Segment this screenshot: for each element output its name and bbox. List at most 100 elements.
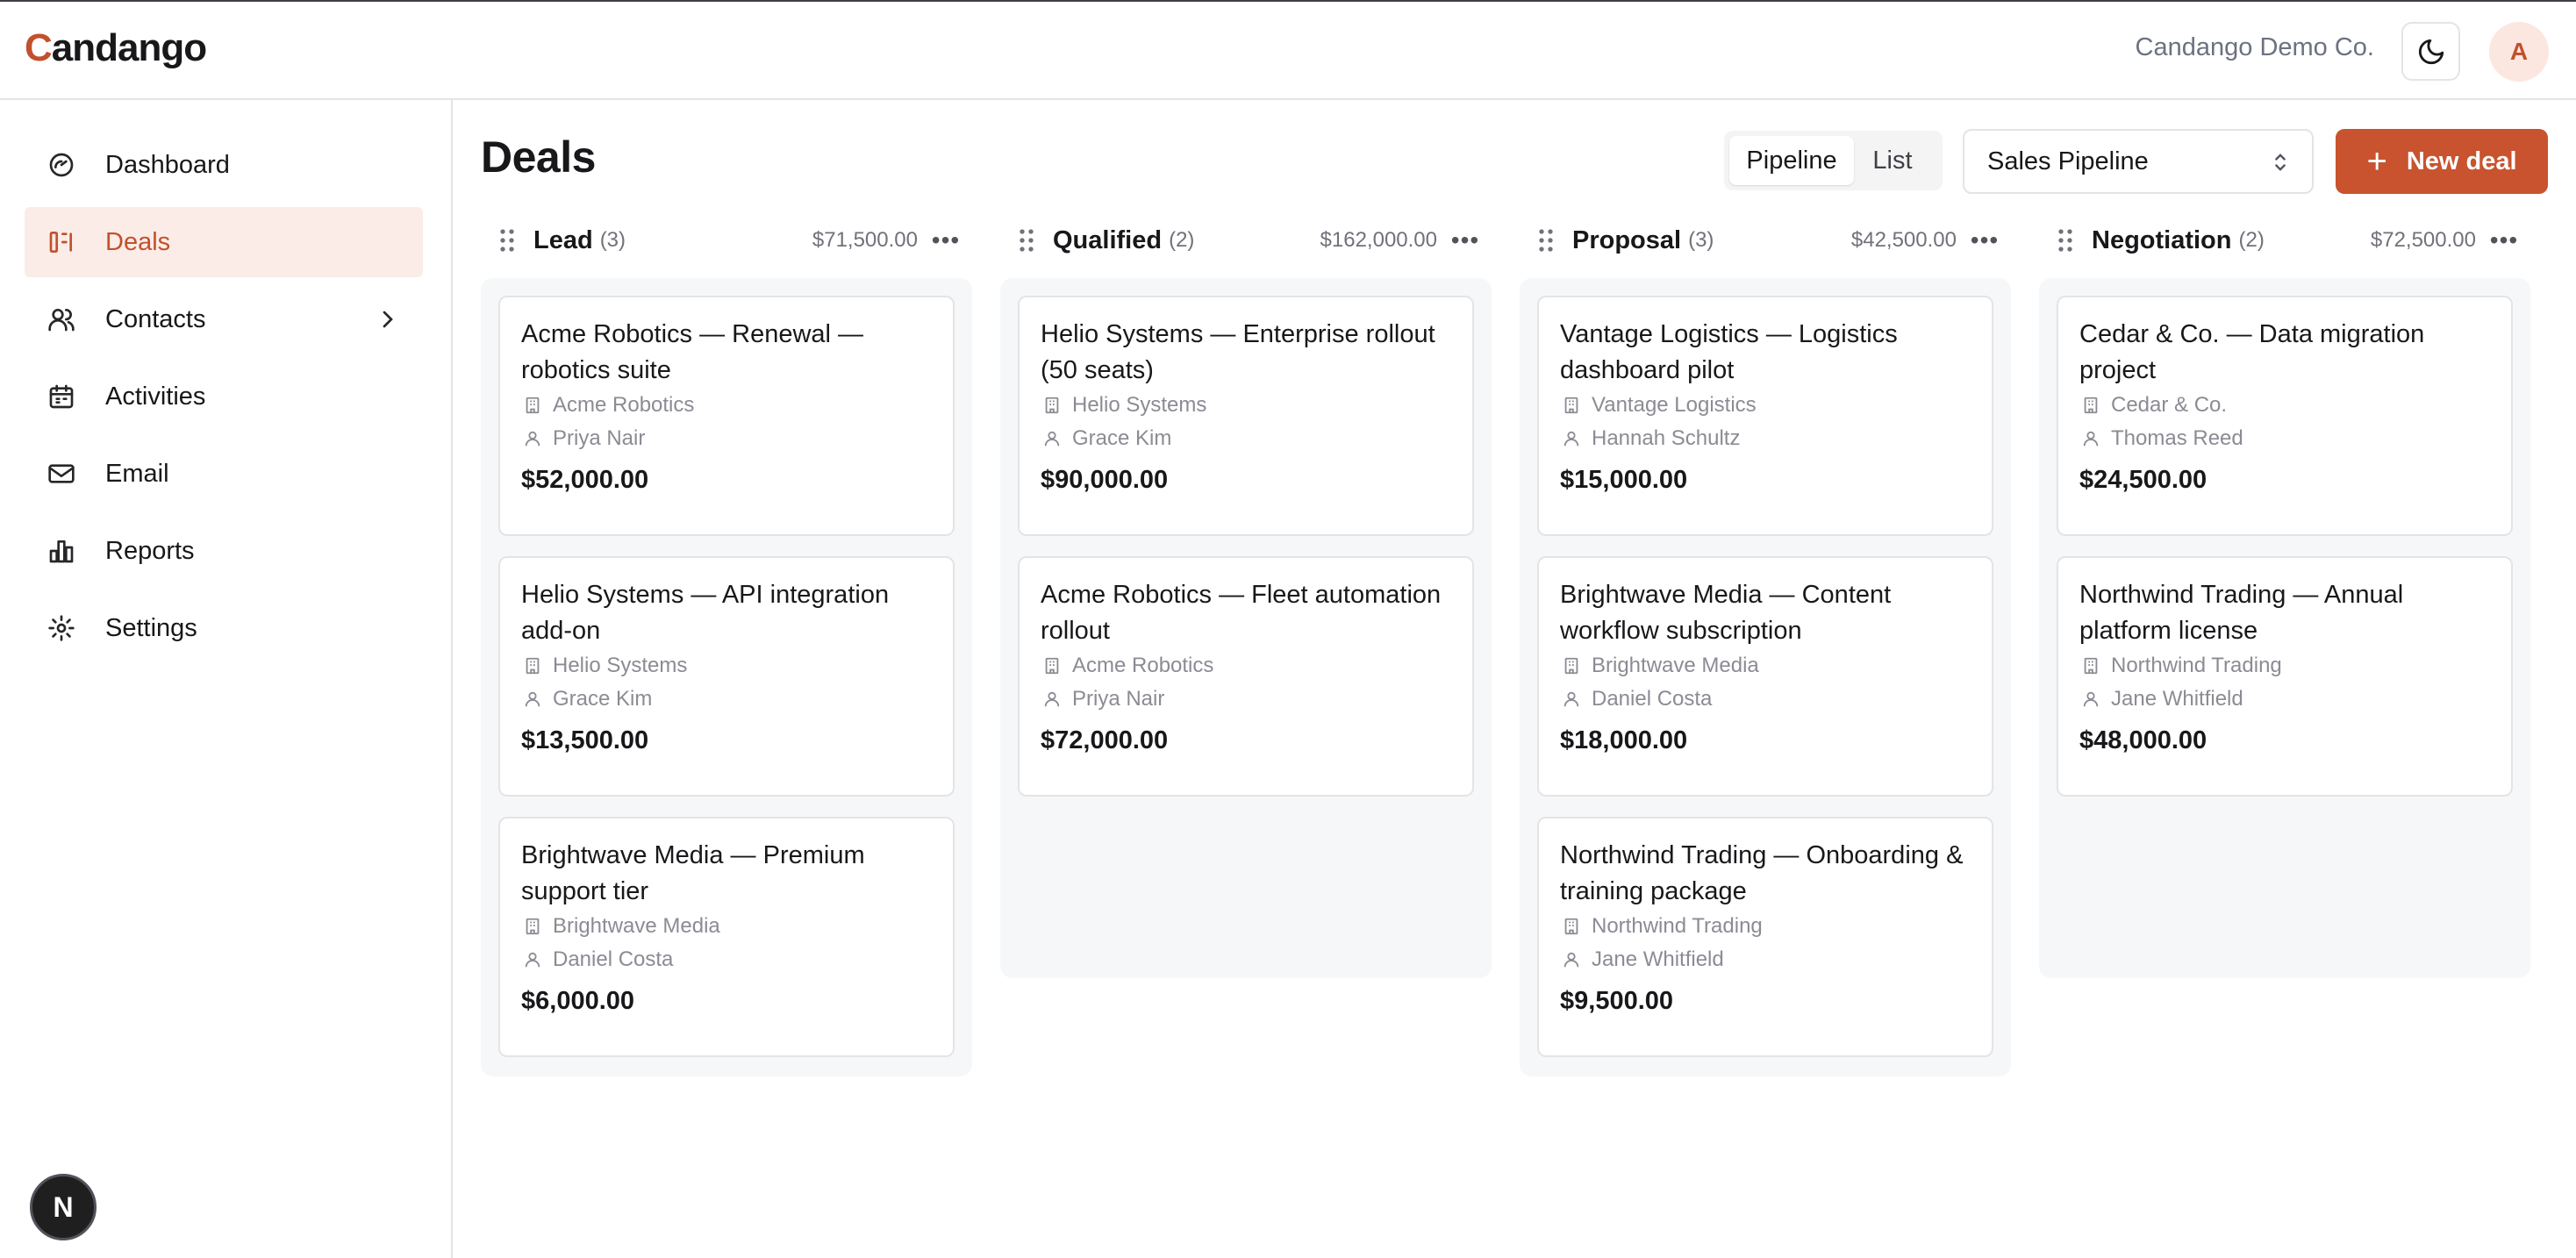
building-icon: [1560, 915, 1583, 938]
drag-handle-icon[interactable]: [1535, 227, 1556, 254]
app-logo[interactable]: Candango: [25, 26, 207, 70]
chevron-up-down-icon: [2275, 154, 2286, 171]
column-lead: Acme Robotics — Renewal — robotics suite…: [481, 278, 972, 1076]
column-name: Proposal: [1572, 225, 1682, 254]
deal-contact: Thomas Reed: [2111, 426, 2243, 450]
deal-amount: $13,500.00: [521, 726, 649, 754]
building-icon: [1560, 394, 1583, 417]
deal-amount: $24,500.00: [2079, 466, 2207, 494]
person-icon: [521, 427, 544, 450]
deal-card[interactable]: Cedar & Co. — Data migration project Ced…: [2057, 296, 2513, 536]
column-name: Negotiation: [2092, 225, 2232, 254]
deal-amount: $15,000.00: [1560, 466, 1688, 494]
view-toggle: Pipeline List: [1724, 131, 1943, 190]
new-deal-button[interactable]: + New deal: [2336, 129, 2548, 194]
deal-card[interactable]: Acme Robotics — Fleet automation rollout…: [1018, 556, 1474, 797]
column-header-proposal: Proposal (3) $42,500.00 •••: [1520, 221, 2011, 260]
sidebar-item-deals[interactable]: Deals: [25, 207, 423, 277]
deal-contact: Daniel Costa: [1592, 687, 1713, 711]
column-qualified: Helio Systems — Enterprise rollout (50 s…: [1000, 278, 1492, 978]
person-icon: [1041, 688, 1063, 711]
drag-handle-icon[interactable]: [1016, 227, 1037, 254]
deal-card[interactable]: Helio Systems — API integration add-on H…: [498, 556, 955, 797]
column-count: (3): [1688, 228, 1714, 252]
theme-toggle-button[interactable]: [2401, 22, 2460, 81]
page-title: Deals: [481, 132, 596, 182]
deal-card[interactable]: Brightwave Media — Premium support tier …: [498, 817, 955, 1057]
calendar-icon: [46, 381, 77, 412]
deal-card[interactable]: Northwind Trading — Onboarding & trainin…: [1537, 817, 1993, 1057]
pipeline-select[interactable]: Sales Pipeline: [1963, 129, 2314, 194]
deal-title: Cedar & Co. — Data migration project: [2079, 320, 2425, 384]
deal-company: Vantage Logistics: [1592, 393, 1757, 417]
sidebar-item-label: Dashboard: [105, 150, 230, 179]
person-icon: [521, 948, 544, 971]
column-header-negotiation: Negotiation (2) $72,500.00 •••: [2039, 221, 2530, 260]
more-options-icon[interactable]: •••: [2488, 225, 2520, 256]
deal-contact: Hannah Schultz: [1592, 426, 1741, 450]
company-name: Candango Demo Co.: [2135, 33, 2374, 61]
pipeline-select-value: Sales Pipeline: [1987, 147, 2149, 175]
sidebar-item-email[interactable]: Email: [25, 439, 423, 509]
building-icon: [1560, 654, 1583, 677]
person-icon: [2079, 427, 2102, 450]
sidebar: Dashboard Deals Contacts Activities Emai…: [0, 100, 453, 1258]
deal-contact: Priya Nair: [553, 426, 646, 450]
users-icon: [46, 304, 77, 335]
more-options-icon[interactable]: •••: [930, 225, 962, 256]
deal-card[interactable]: Vantage Logistics — Logistics dashboard …: [1537, 296, 1993, 536]
moon-icon: [2418, 39, 2444, 64]
column-total: $71,500.00: [812, 228, 918, 252]
deal-title: Northwind Trading — Annual platform lice…: [2079, 581, 2404, 645]
bar-chart-icon: [46, 535, 77, 567]
logo-text: andango: [51, 26, 207, 69]
gear-icon: [46, 612, 77, 644]
person-icon: [1560, 948, 1583, 971]
dev-tools-badge[interactable]: N: [30, 1174, 97, 1240]
building-icon: [521, 915, 544, 938]
sidebar-item-reports[interactable]: Reports: [25, 516, 423, 586]
column-count: (2): [1169, 228, 1195, 252]
deal-amount: $90,000.00: [1041, 466, 1169, 494]
plus-icon: +: [2366, 142, 2387, 181]
chevron-right-icon: [383, 311, 393, 328]
person-icon: [521, 688, 544, 711]
sidebar-item-settings[interactable]: Settings: [25, 593, 423, 663]
column-name: Lead: [533, 225, 593, 254]
sidebar-item-dashboard[interactable]: Dashboard: [25, 130, 423, 200]
sidebar-item-label: Email: [105, 459, 169, 488]
drag-handle-icon[interactable]: [497, 227, 518, 254]
view-pipeline-button[interactable]: Pipeline: [1729, 136, 1854, 185]
person-icon: [1560, 427, 1583, 450]
deal-card[interactable]: Acme Robotics — Renewal — robotics suite…: [498, 296, 955, 536]
building-icon: [2079, 654, 2102, 677]
deal-card[interactable]: Brightwave Media — Content workflow subs…: [1537, 556, 1993, 797]
building-icon: [1041, 394, 1063, 417]
deal-card[interactable]: Helio Systems — Enterprise rollout (50 s…: [1018, 296, 1474, 536]
user-avatar[interactable]: A: [2489, 22, 2549, 82]
app-window: Candango Candango Demo Co. A Dashboard D…: [0, 0, 2576, 1258]
deal-amount: $6,000.00: [521, 987, 635, 1015]
deal-title: Acme Robotics — Renewal — robotics suite: [521, 320, 864, 384]
deal-title: Northwind Trading — Onboarding & trainin…: [1560, 841, 1964, 905]
deal-contact: Jane Whitfield: [1592, 947, 1724, 971]
deal-amount: $48,000.00: [2079, 726, 2207, 754]
deal-company: Northwind Trading: [1592, 914, 1763, 938]
sidebar-item-contacts[interactable]: Contacts: [25, 284, 423, 354]
deal-contact: Grace Kim: [1072, 426, 1172, 450]
sidebar-item-activities[interactable]: Activities: [25, 361, 423, 432]
more-options-icon[interactable]: •••: [1969, 225, 2000, 256]
view-list-button[interactable]: List: [1854, 136, 1931, 185]
sidebar-item-label: Deals: [105, 227, 171, 256]
deal-company: Acme Robotics: [553, 393, 695, 417]
column-negotiation: Cedar & Co. — Data migration project Ced…: [2039, 278, 2530, 978]
drag-handle-icon[interactable]: [2055, 227, 2076, 254]
building-icon: [521, 654, 544, 677]
sidebar-item-label: Settings: [105, 613, 197, 642]
kanban-icon: [46, 226, 77, 258]
person-icon: [1560, 688, 1583, 711]
deal-card[interactable]: Northwind Trading — Annual platform lice…: [2057, 556, 2513, 797]
column-name: Qualified: [1053, 225, 1163, 254]
more-options-icon[interactable]: •••: [1449, 225, 1481, 256]
top-bar: Candango Candango Demo Co. A: [0, 2, 2576, 100]
